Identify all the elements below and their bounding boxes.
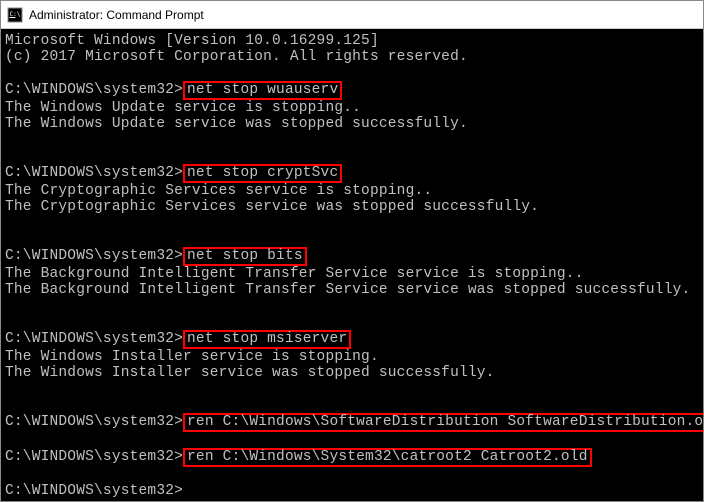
command-text: net stop bits bbox=[187, 248, 303, 264]
output-line: The Background Intelligent Transfer Serv… bbox=[5, 266, 584, 282]
output-line: The Windows Update service is stopping.. bbox=[5, 100, 361, 116]
prompt: C:\WINDOWS\system32> bbox=[5, 331, 183, 347]
window-title: Administrator: Command Prompt bbox=[29, 8, 204, 22]
prompt: C:\WINDOWS\system32> bbox=[5, 483, 183, 499]
prompt: C:\WINDOWS\system32> bbox=[5, 449, 183, 465]
command-highlight: ren C:\Windows\SoftwareDistribution Soft… bbox=[183, 413, 703, 432]
output-line: The Windows Installer service is stoppin… bbox=[5, 349, 379, 365]
terminal-output[interactable]: Microsoft Windows [Version 10.0.16299.12… bbox=[1, 29, 703, 501]
prompt: C:\WINDOWS\system32> bbox=[5, 165, 183, 181]
command-text: net stop msiserver bbox=[187, 331, 347, 347]
command-text: net stop wuauserv bbox=[187, 82, 338, 98]
prompt: C:\WINDOWS\system32> bbox=[5, 248, 183, 264]
command-text: ren C:\Windows\System32\catroot2 Catroot… bbox=[187, 449, 588, 465]
header-line: Microsoft Windows [Version 10.0.16299.12… bbox=[5, 33, 379, 49]
cmd-icon: C:\ bbox=[7, 7, 23, 23]
svg-text:C:\: C:\ bbox=[10, 11, 21, 18]
output-line: The Background Intelligent Transfer Serv… bbox=[5, 282, 690, 298]
output-line: The Cryptographic Services service was s… bbox=[5, 199, 539, 215]
header-line: (c) 2017 Microsoft Corporation. All righ… bbox=[5, 49, 468, 65]
command-text: net stop cryptSvc bbox=[187, 165, 338, 181]
command-highlight: net stop cryptSvc bbox=[183, 164, 342, 183]
command-highlight: net stop bits bbox=[183, 247, 307, 266]
prompt: C:\WINDOWS\system32> bbox=[5, 82, 183, 98]
command-highlight: net stop wuauserv bbox=[183, 81, 342, 100]
command-highlight: ren C:\Windows\System32\catroot2 Catroot… bbox=[183, 448, 592, 467]
command-highlight: net stop msiserver bbox=[183, 330, 351, 349]
output-line: The Windows Update service was stopped s… bbox=[5, 116, 468, 132]
window-titlebar[interactable]: C:\ Administrator: Command Prompt bbox=[1, 1, 703, 29]
output-line: The Windows Installer service was stoppe… bbox=[5, 365, 495, 381]
command-text: ren C:\Windows\SoftwareDistribution Soft… bbox=[187, 414, 703, 430]
prompt: C:\WINDOWS\system32> bbox=[5, 414, 183, 430]
output-line: The Cryptographic Services service is st… bbox=[5, 183, 432, 199]
